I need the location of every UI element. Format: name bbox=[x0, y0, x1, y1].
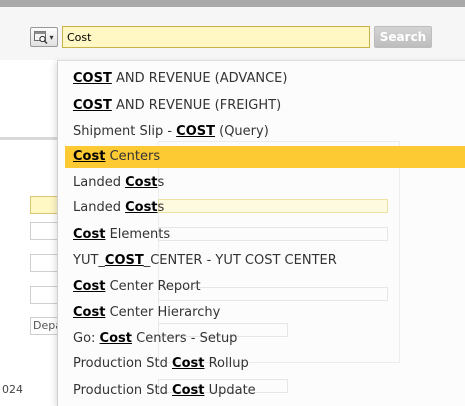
form-field[interactable] bbox=[30, 254, 58, 272]
suggestion-text: Centers - Setup bbox=[131, 331, 238, 346]
match-highlight: Cost bbox=[172, 356, 205, 371]
chevron-down-icon: ▾ bbox=[49, 32, 54, 42]
suggestion-text: Go: bbox=[73, 331, 100, 346]
form-field[interactable] bbox=[30, 286, 58, 304]
match-highlight: Cost bbox=[125, 200, 158, 215]
suggestion-text: Production Std bbox=[73, 383, 173, 398]
match-highlight: COST bbox=[104, 253, 144, 268]
suggestion-text: Rollup bbox=[204, 356, 249, 371]
match-highlight: COST bbox=[73, 98, 112, 113]
suggestion-item[interactable]: Shipment Slip - COST (Query) bbox=[65, 121, 465, 143]
match-highlight: Cost bbox=[125, 175, 158, 190]
department-select[interactable]: Department bbox=[30, 317, 58, 335]
autocomplete-dropdown: COST AND REVENUE (ADVANCE) COST AND REVEN… bbox=[57, 60, 465, 406]
suggestion-text: Shipment Slip - bbox=[73, 124, 177, 139]
suggestion-item[interactable]: YUT_COST_CENTER - YUT COST CENTER bbox=[65, 250, 465, 272]
match-highlight: Cost bbox=[172, 383, 205, 398]
form-field[interactable] bbox=[30, 196, 58, 214]
match-highlight: Cost bbox=[99, 331, 132, 346]
form-field[interactable] bbox=[30, 222, 58, 240]
suggestion-text: AND REVENUE (FREIGHT) bbox=[111, 98, 282, 113]
suggestion-item[interactable]: Landed Costs bbox=[65, 197, 465, 219]
suggestion-text: Elements bbox=[105, 227, 171, 242]
suggestion-text: Center Report bbox=[105, 279, 201, 294]
form-value: 024 bbox=[2, 383, 23, 396]
suggestion-item[interactable]: Cost Center Report bbox=[65, 276, 465, 298]
suggestion-text: Production Std bbox=[73, 356, 173, 371]
suggestion-item[interactable]: Production Std Cost Update bbox=[65, 380, 465, 402]
suggestion-text: Landed bbox=[73, 175, 126, 190]
suggestion-item[interactable]: COST AND REVENUE (FREIGHT) bbox=[65, 95, 465, 117]
suggestion-text: (Query) bbox=[215, 124, 269, 139]
suggestion-text: Center Hierarchy bbox=[105, 305, 221, 320]
suggestion-text: YUT_ bbox=[73, 253, 105, 268]
match-highlight: Cost bbox=[73, 305, 106, 320]
suggestion-text: s bbox=[157, 200, 165, 215]
search-input[interactable] bbox=[62, 26, 370, 48]
lookup-window-icon bbox=[34, 30, 48, 44]
suggestion-item[interactable]: Landed Costs bbox=[65, 172, 465, 194]
suggestion-item[interactable]: Cost Elements bbox=[65, 224, 465, 246]
suggestion-text: AND REVENUE (ADVANCE) bbox=[111, 71, 288, 86]
match-highlight: COST bbox=[73, 71, 112, 86]
suggestion-item[interactable]: Go: Cost Centers - Setup bbox=[65, 328, 465, 350]
suggestion-item[interactable]: Cost Centers bbox=[65, 146, 465, 168]
suggestion-text: _CENTER - YUT COST CENTER bbox=[143, 253, 337, 268]
match-highlight: Cost bbox=[73, 279, 106, 294]
suggestion-text: Landed bbox=[73, 200, 126, 215]
match-highlight: Cost bbox=[73, 227, 106, 242]
suggestion-item[interactable]: Cost Center Hierarchy bbox=[65, 302, 465, 324]
suggestion-item[interactable]: Production Std Cost Rollup bbox=[65, 353, 465, 375]
suggestion-text: Centers bbox=[105, 149, 161, 164]
search-button[interactable]: Search bbox=[374, 26, 432, 48]
match-highlight: Cost bbox=[73, 149, 106, 164]
lookup-menu-button[interactable]: ▾ bbox=[30, 27, 58, 47]
top-border bbox=[0, 0, 465, 7]
suggestion-item[interactable]: COST AND REVENUE (ADVANCE) bbox=[65, 68, 465, 90]
suggestion-text: Update bbox=[204, 383, 256, 398]
match-highlight: COST bbox=[176, 124, 215, 139]
section-divider bbox=[0, 137, 60, 140]
suggestion-text: s bbox=[157, 175, 165, 190]
